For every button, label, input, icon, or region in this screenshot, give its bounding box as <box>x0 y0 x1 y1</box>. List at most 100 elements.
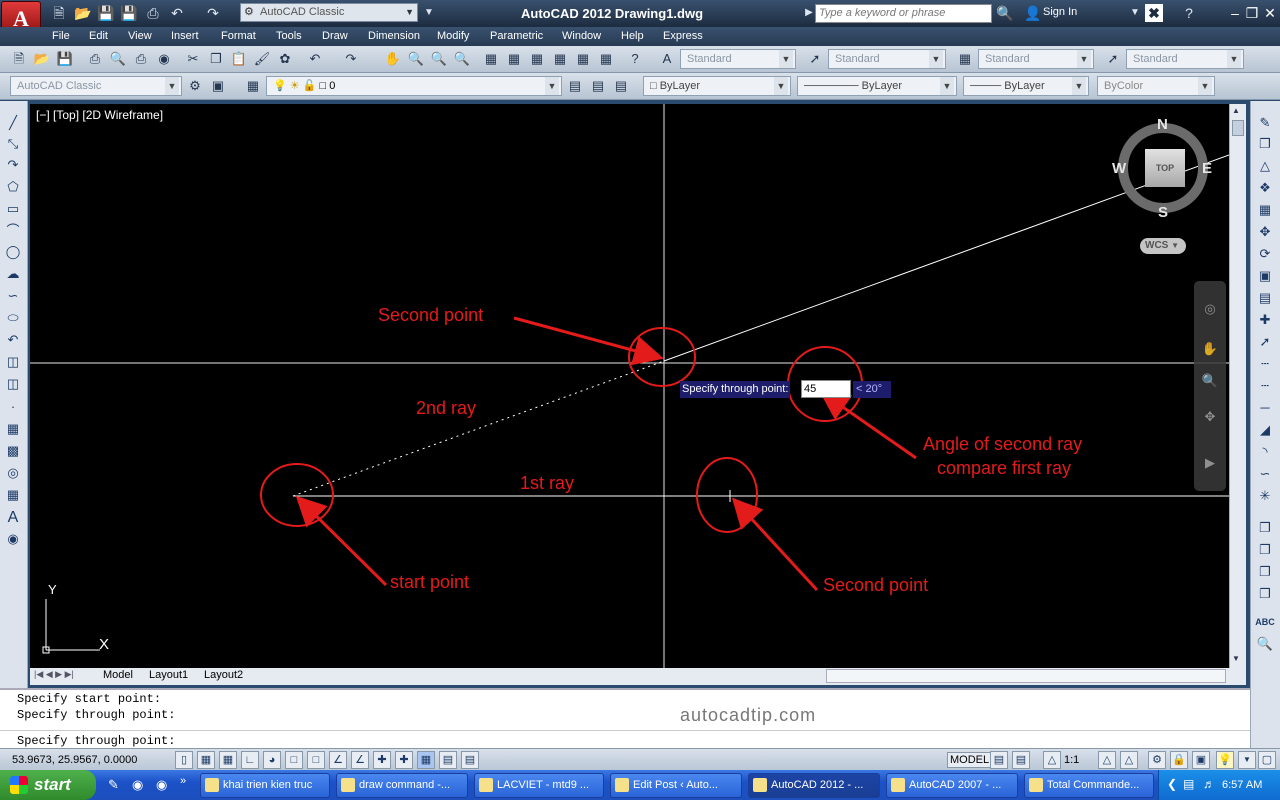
make-current-layer-icon[interactable]: ▤ <box>566 77 584 95</box>
color-select[interactable]: □ ByLayer ▼ <box>643 76 791 96</box>
mleader-style-select[interactable]: Standard ▼ <box>1126 49 1244 69</box>
cut-icon[interactable]: ✂ <box>184 50 202 68</box>
line-icon[interactable]: ╱ <box>3 113 23 133</box>
steering-wheel-icon[interactable]: ◎ <box>1200 299 1220 319</box>
help-icon[interactable]: ? <box>1180 4 1198 22</box>
copy-icon[interactable]: ❐ <box>207 50 225 68</box>
annotation-scale-icon[interactable]: △ <box>1043 751 1061 769</box>
infer-constraints-icon[interactable]: ▯ <box>175 751 193 769</box>
properties-icon[interactable]: ▦ <box>482 50 500 68</box>
minimize-icon[interactable]: – <box>1226 4 1244 22</box>
undo-icon[interactable]: ↶ <box>168 4 186 22</box>
array-icon[interactable]: ▦ <box>1255 200 1275 220</box>
menu-draw[interactable]: Draw <box>322 30 348 42</box>
workspace-switching-icon[interactable]: ⚙ <box>1148 751 1166 769</box>
menu-express[interactable]: Express <box>663 30 703 42</box>
scroll-thumb[interactable] <box>1232 120 1244 136</box>
save-icon[interactable]: 💾 <box>97 4 115 22</box>
arc-icon[interactable]: ⌒ <box>3 221 23 241</box>
copy-object-icon[interactable]: ❐ <box>1255 134 1275 154</box>
layer-previous-icon[interactable]: ▤ <box>589 77 607 95</box>
compass-north[interactable]: N <box>1157 116 1168 133</box>
tool-palettes-icon[interactable]: ▦ <box>528 50 546 68</box>
transparency-icon[interactable]: ▦ <box>417 751 435 769</box>
quicklaunch-more-icon[interactable]: » <box>180 775 186 787</box>
break-at-point-icon[interactable]: ┄ <box>1255 354 1275 374</box>
tray-back-icon[interactable]: ❮ <box>1167 777 1177 791</box>
text-style-icon[interactable]: A <box>658 50 676 68</box>
status-menu-icon[interactable]: ▼ <box>1238 751 1256 769</box>
grid-display-icon[interactable]: ▦ <box>219 751 237 769</box>
compass-east[interactable]: E <box>1202 160 1212 177</box>
task-lacviet[interactable]: LACVIET - mtd9 ... <box>474 773 604 798</box>
sign-in-dropdown-icon[interactable]: ▼ <box>1126 4 1144 22</box>
menu-help[interactable]: Help <box>621 30 644 42</box>
workspace-switch-icon[interactable]: ▣ <box>209 77 227 95</box>
menu-insert[interactable]: Insert <box>171 30 199 42</box>
quicklaunch-ie-icon[interactable]: ◉ <box>132 777 143 793</box>
showmotion-icon[interactable]: ▶ <box>1200 453 1220 473</box>
add-selected-icon[interactable]: ◉ <box>3 529 23 549</box>
zoom-previous-icon[interactable]: 🔍 <box>453 50 471 68</box>
polyline-icon[interactable]: ↷ <box>3 155 23 175</box>
quick-properties-icon[interactable]: ▤ <box>439 751 457 769</box>
scroll-up-icon[interactable]: ▲ <box>1232 106 1240 115</box>
make-block-icon[interactable]: ◫ <box>3 374 23 394</box>
send-to-back-icon[interactable]: ❐ <box>1255 562 1275 582</box>
quicklaunch-word-icon[interactable]: ✎ <box>108 777 119 793</box>
redo-icon[interactable]: ↷ <box>342 50 360 68</box>
menu-view[interactable]: View <box>128 30 152 42</box>
trim-icon[interactable]: ✚ <box>1255 310 1275 330</box>
fillet-icon[interactable]: ◝ <box>1255 442 1275 462</box>
print-icon[interactable]: ⎙ <box>144 4 162 22</box>
help-icon[interactable]: ? <box>626 50 644 68</box>
mleader-style-icon[interactable]: ➚ <box>1104 50 1122 68</box>
task-total-commander[interactable]: Total Commande... <box>1024 773 1154 798</box>
save-icon[interactable]: 💾 <box>56 50 74 68</box>
ortho-mode-icon[interactable]: ∟ <box>241 751 259 769</box>
rectangle-icon[interactable]: ▭ <box>3 199 23 219</box>
allow-ucs-icon[interactable]: ∠ <box>351 751 369 769</box>
zoom-extents-icon[interactable]: 🔍 <box>1200 371 1220 391</box>
start-button[interactable]: start <box>0 770 96 800</box>
zoom-realtime-icon[interactable]: 🔍 <box>407 50 425 68</box>
compass-south[interactable]: S <box>1158 204 1168 221</box>
multiline-text-icon[interactable]: A <box>3 508 23 528</box>
sign-in-link[interactable]: Sign In <box>1043 6 1077 18</box>
plot-icon[interactable]: ⎙ <box>86 50 104 68</box>
circle-icon[interactable]: ◯ <box>3 242 23 262</box>
exchange-icon[interactable]: ✖ <box>1145 4 1163 22</box>
orbit-icon[interactable]: ✥ <box>1200 407 1220 427</box>
spell-check-icon[interactable]: ABC <box>1255 612 1275 632</box>
task-draw-command[interactable]: draw command -... <box>336 773 468 798</box>
3d-dwf-icon[interactable]: ◉ <box>155 50 173 68</box>
menu-tools[interactable]: Tools <box>276 30 302 42</box>
table-icon[interactable]: ▦ <box>3 485 23 505</box>
undo-icon[interactable]: ↶ <box>306 50 324 68</box>
task-autocad-2007[interactable]: AutoCAD 2007 - ... <box>886 773 1018 798</box>
rotate-icon[interactable]: ⟳ <box>1255 244 1275 264</box>
menu-dimension[interactable]: Dimension <box>368 30 420 42</box>
menu-modify[interactable]: Modify <box>437 30 469 42</box>
dynamic-input-field[interactable]: 45 <box>801 380 851 398</box>
workspace-select[interactable]: ⚙ AutoCAD Classic ▼ <box>240 3 418 22</box>
network-icon[interactable]: ▤ <box>1183 777 1194 791</box>
pan-icon[interactable]: ✋ <box>384 50 402 68</box>
volume-icon[interactable]: ♬ <box>1203 777 1215 791</box>
workspace-select-2[interactable]: AutoCAD Classic ▼ <box>10 76 182 96</box>
annotation-visibility-icon[interactable]: △ <box>1098 751 1116 769</box>
tab-navigation-arrows[interactable]: |◀ ◀ ▶ ▶| <box>34 669 74 680</box>
open-icon[interactable]: 📂 <box>33 50 51 68</box>
annotation-scale-value[interactable]: 1:1 <box>1064 754 1079 766</box>
menu-file[interactable]: File <box>52 30 70 42</box>
table-style-icon[interactable]: ▦ <box>956 50 974 68</box>
tab-model[interactable]: Model <box>103 669 133 681</box>
polar-tracking-icon[interactable]: ◕ <box>263 751 281 769</box>
blend-curves-icon[interactable]: ∽ <box>1255 464 1275 484</box>
quick-view-layouts-icon[interactable]: ▤ <box>990 751 1008 769</box>
table-style-select[interactable]: Standard ▼ <box>978 49 1094 69</box>
region-icon[interactable]: ◎ <box>3 463 23 483</box>
redo-icon[interactable]: ↷ <box>204 4 222 22</box>
find-replace-icon[interactable]: 🔍 <box>1255 634 1275 654</box>
ellipse-arc-icon[interactable]: ↶ <box>3 330 23 350</box>
